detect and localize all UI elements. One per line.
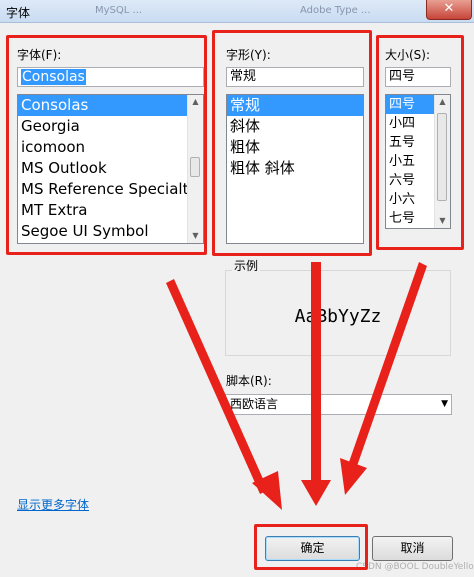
annotation-arrow <box>349 262 427 466</box>
annotation-arrowhead <box>340 458 367 495</box>
annotation-arrows <box>166 262 427 510</box>
annotation-arrowhead <box>301 480 331 506</box>
annotation-arrow <box>311 262 321 482</box>
sample-label: 示例 <box>232 257 261 274</box>
annotation-arrow <box>166 279 268 494</box>
